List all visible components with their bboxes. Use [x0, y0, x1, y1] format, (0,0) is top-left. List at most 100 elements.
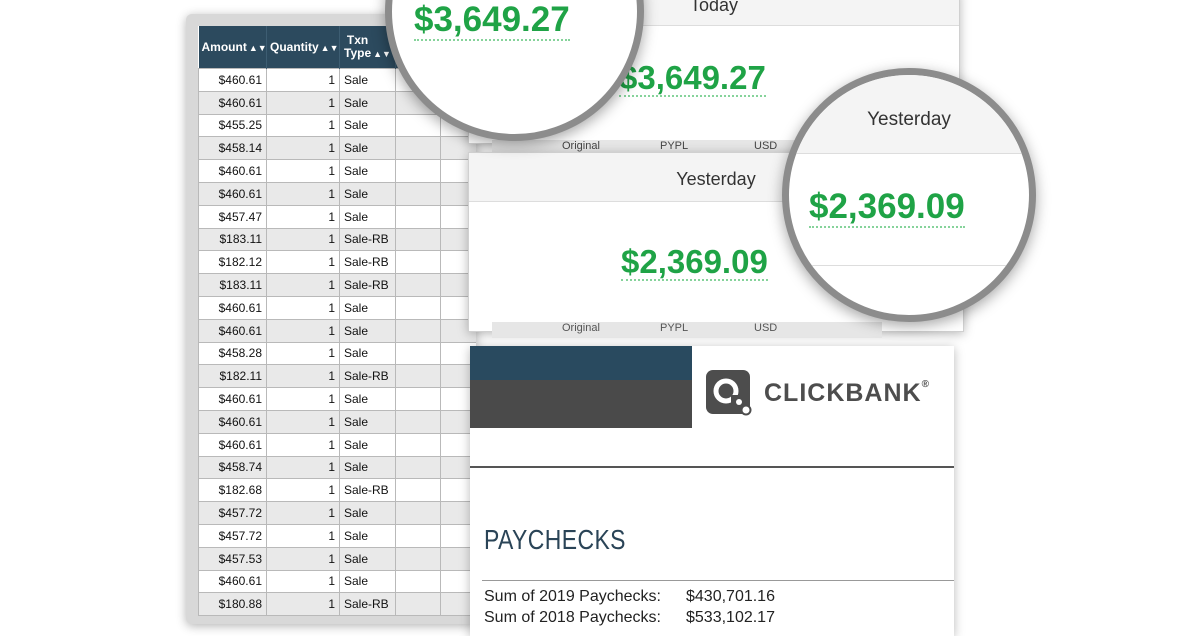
- amount-cell: $183.11: [198, 273, 267, 297]
- txn-type-cell: Sale: [339, 318, 396, 343]
- table-row[interactable]: $457.72 1 Sale: [198, 501, 476, 525]
- yesterday-magnifier: Yesterday $2,369.09: [782, 68, 1036, 322]
- today-amount-magnified: $3,649.27: [414, 0, 570, 41]
- amount-cell: $183.11: [198, 227, 267, 252]
- quantity-cell: 1: [266, 159, 340, 183]
- amount-cell: $457.47: [198, 204, 267, 229]
- table-row[interactable]: $457.47 1 Sale: [198, 204, 476, 229]
- blank-cell: [395, 501, 441, 525]
- amount-cell: $460.61: [198, 181, 267, 206]
- quantity-cell: 1: [266, 90, 340, 115]
- table-row[interactable]: $460.61 1 Sale: [198, 159, 476, 183]
- transaction-strip: Original PYPL USD: [492, 322, 882, 338]
- blank-cell: [395, 409, 441, 434]
- quantity-cell: 1: [266, 501, 340, 525]
- quantity-cell: 1: [266, 341, 340, 366]
- table-row[interactable]: $457.53 1 Sale: [198, 546, 476, 571]
- table-row[interactable]: $460.61 1 Sale: [198, 569, 476, 594]
- table-row[interactable]: $458.28 1 Sale: [198, 341, 476, 366]
- amount-cell: $457.53: [198, 546, 267, 571]
- blank-cell: [395, 181, 441, 206]
- txn-type-cell: Sale-RB: [339, 364, 396, 389]
- yesterday-amount[interactable]: $2,369.09: [621, 245, 768, 281]
- table-row[interactable]: $183.11 1 Sale-RB: [198, 273, 476, 297]
- table-row[interactable]: $182.12 1 Sale-RB: [198, 250, 476, 275]
- quantity-cell: 1: [266, 569, 340, 594]
- column-header-quantity[interactable]: Quantity ▲▼: [266, 26, 340, 69]
- quantity-cell: 1: [266, 432, 340, 457]
- table-row[interactable]: $458.14 1 Sale: [198, 136, 476, 161]
- blank-cell: [395, 523, 441, 548]
- blank-cell: [395, 136, 441, 161]
- sort-arrows-icon[interactable]: ▲▼: [249, 43, 267, 53]
- txn-type-cell: Sale: [339, 432, 396, 457]
- txn-type-cell: Sale: [339, 159, 396, 183]
- amount-cell: $458.74: [198, 455, 267, 480]
- txn-type-cell: Sale: [339, 90, 396, 115]
- quantity-cell: 1: [266, 113, 340, 138]
- txn-type-cell: Sale: [339, 387, 396, 411]
- column-header-amount[interactable]: Amount ▲▼: [198, 26, 267, 69]
- today-amount[interactable]: $3,649.27: [619, 61, 766, 97]
- clickbank-logo[interactable]: CLICKBANK®: [706, 370, 930, 416]
- amount-cell: $455.25: [198, 113, 267, 138]
- txn-type-cell: Sale-RB: [339, 227, 396, 252]
- quantity-cell: 1: [266, 68, 340, 92]
- sort-arrows-icon[interactable]: ▲▼: [321, 43, 339, 53]
- amount-cell: $460.61: [198, 569, 267, 594]
- blank-cell: [395, 455, 441, 480]
- amount-cell: $182.12: [198, 250, 267, 275]
- table-row[interactable]: $180.88 1 Sale-RB: [198, 592, 476, 617]
- header-band: [470, 380, 692, 428]
- quantity-cell: 1: [266, 523, 340, 548]
- quantity-cell: 1: [266, 227, 340, 252]
- blank-cell: [395, 432, 441, 457]
- clickbank-logo-icon: [706, 370, 752, 416]
- blank-cell: [395, 204, 441, 229]
- quantity-cell: 1: [266, 136, 340, 161]
- table-row[interactable]: $183.11 1 Sale-RB: [198, 227, 476, 252]
- sort-arrows-icon[interactable]: ▲▼: [373, 49, 391, 59]
- table-body: $460.61 1 Sale $460.61 1 Sale $455.25 1 Sale $458…: [198, 68, 476, 617]
- txn-type-cell: Sale-RB: [339, 273, 396, 297]
- amount-cell: $460.61: [198, 387, 267, 411]
- table-row[interactable]: $460.61 1 Sale: [198, 409, 476, 434]
- divider: [470, 466, 954, 468]
- blank-cell: [395, 387, 441, 411]
- txn-type-cell: Sale: [339, 341, 396, 366]
- txn-type-cell: Sale: [339, 295, 396, 320]
- table-row[interactable]: $458.74 1 Sale: [198, 455, 476, 480]
- table-row[interactable]: $455.25 1 Sale: [198, 113, 476, 138]
- table-row[interactable]: $460.61 1 Sale: [198, 432, 476, 457]
- blank-cell: [395, 318, 441, 343]
- txn-type-cell: Sale: [339, 455, 396, 480]
- txn-type-cell: Sale: [339, 501, 396, 525]
- table-row[interactable]: $457.72 1 Sale: [198, 523, 476, 548]
- paycheck-sum-row: Sum of 2018 Paychecks: $533,102.17: [484, 609, 775, 626]
- table-row[interactable]: $182.11 1 Sale-RB: [198, 364, 476, 389]
- table-row[interactable]: $460.61 1 Sale: [198, 295, 476, 320]
- quantity-cell: 1: [266, 295, 340, 320]
- quantity-cell: 1: [266, 409, 340, 434]
- quantity-cell: 1: [266, 204, 340, 229]
- blank-cell: [395, 592, 441, 617]
- table-row[interactable]: $460.61 1 Sale: [198, 181, 476, 206]
- clickbank-paychecks-card: CLICKBANK® PAYCHECKS Sum of 2019 Paychec…: [470, 346, 954, 636]
- quantity-cell: 1: [266, 387, 340, 411]
- txn-type-cell: Sale: [339, 569, 396, 594]
- blank-cell: [395, 113, 441, 138]
- amount-cell: $460.61: [198, 295, 267, 320]
- amount-cell: $460.61: [198, 159, 267, 183]
- quantity-cell: 1: [266, 546, 340, 571]
- quantity-cell: 1: [266, 592, 340, 617]
- transactions-table: Amount ▲▼ Quantity ▲▼ Txn Type ▲▼ $460.61 1 S…: [198, 26, 476, 617]
- table-row[interactable]: $182.68 1 Sale-RB: [198, 478, 476, 503]
- blank-cell: [395, 295, 441, 320]
- table-row[interactable]: $460.61 1 Sale: [198, 387, 476, 411]
- amount-cell: $182.11: [198, 364, 267, 389]
- txn-type-cell: Sale: [339, 68, 396, 92]
- quantity-cell: 1: [266, 273, 340, 297]
- table-row[interactable]: $460.61 1 Sale: [198, 318, 476, 343]
- blank-cell: [395, 478, 441, 503]
- quantity-cell: 1: [266, 364, 340, 389]
